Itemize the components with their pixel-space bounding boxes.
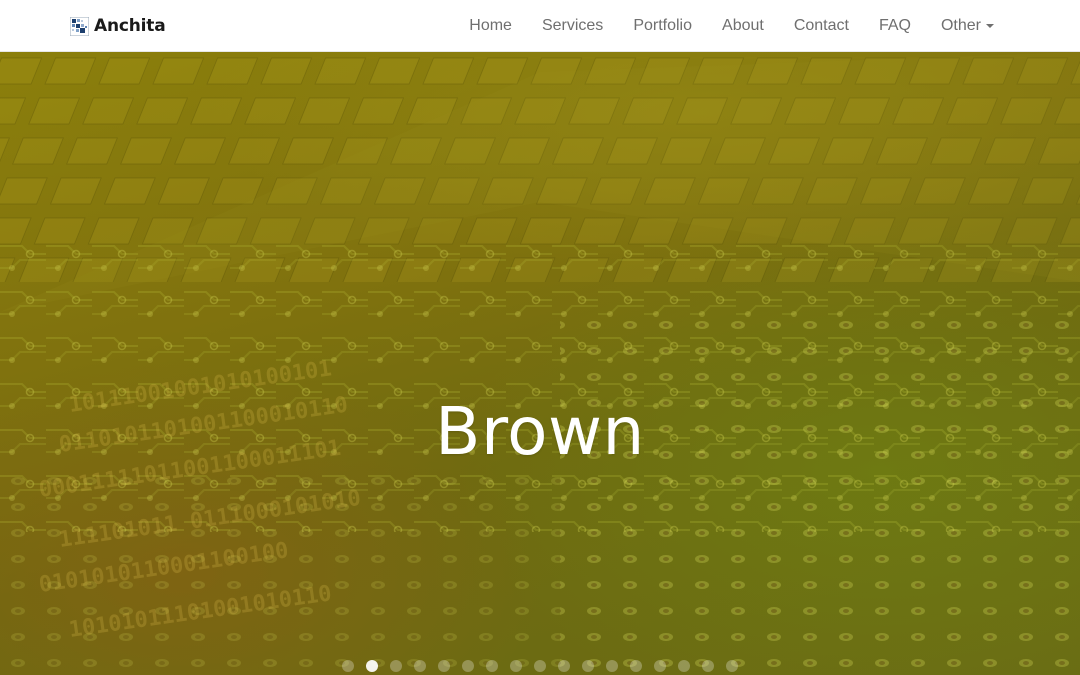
nav-contact[interactable]: Contact (779, 0, 864, 52)
carousel-indicator-dot[interactable] (390, 660, 402, 672)
carousel-indicator-dot[interactable] (606, 660, 618, 672)
hero-title: Brown (435, 393, 645, 471)
nav-faq[interactable]: FAQ (864, 0, 926, 52)
pixel-grid-logo-icon (70, 16, 89, 36)
caret-down-icon (986, 24, 994, 28)
nav-other-label: Other (940, 17, 981, 34)
nav-other-dropdown[interactable]: Other (926, 0, 994, 52)
nav-about[interactable]: About (707, 0, 779, 52)
carousel-indicator-dot[interactable] (414, 660, 426, 672)
nav-portfolio[interactable]: Portfolio (618, 0, 707, 52)
brand-link[interactable]: Anchita (70, 0, 166, 52)
nav-services[interactable]: Services (527, 0, 618, 52)
carousel-indicator-dot[interactable] (438, 660, 450, 672)
carousel-indicator-dot[interactable] (342, 660, 354, 672)
carousel-indicator-dot[interactable] (702, 660, 714, 672)
carousel-indicator-dot[interactable] (630, 660, 642, 672)
top-navbar: Anchita Home Services Portfolio About Co… (0, 0, 1080, 52)
nav-services-label: Services (541, 17, 604, 34)
nav-home-label: Home (469, 17, 512, 34)
carousel-indicator-dot[interactable] (654, 660, 666, 672)
circuit-board-background-icon: 10111001001010100101 0110101101001100010… (0, 52, 1080, 675)
brand-name: Anchita (94, 16, 166, 36)
carousel-indicator-dot[interactable] (726, 660, 738, 672)
nav-portfolio-label: Portfolio (633, 17, 693, 34)
nav-home[interactable]: Home (454, 0, 527, 52)
carousel-indicator-dot[interactable] (510, 660, 522, 672)
nav-contact-label: Contact (793, 17, 849, 34)
carousel-indicator-dot[interactable] (366, 660, 378, 672)
carousel-indicator-dot[interactable] (462, 660, 474, 672)
carousel-indicator-dot[interactable] (486, 660, 498, 672)
carousel-indicator-dot[interactable] (678, 660, 690, 672)
hero-carousel: 10111001001010100101 0110101101001100010… (0, 52, 1080, 675)
main-nav: Home Services Portfolio About Contact FA… (454, 0, 994, 52)
nav-about-label: About (722, 17, 764, 34)
carousel-indicators (0, 660, 1080, 672)
nav-faq-label: FAQ (878, 17, 911, 34)
carousel-indicator-dot[interactable] (558, 660, 570, 672)
carousel-indicator-dot[interactable] (534, 660, 546, 672)
carousel-indicator-dot[interactable] (582, 660, 594, 672)
